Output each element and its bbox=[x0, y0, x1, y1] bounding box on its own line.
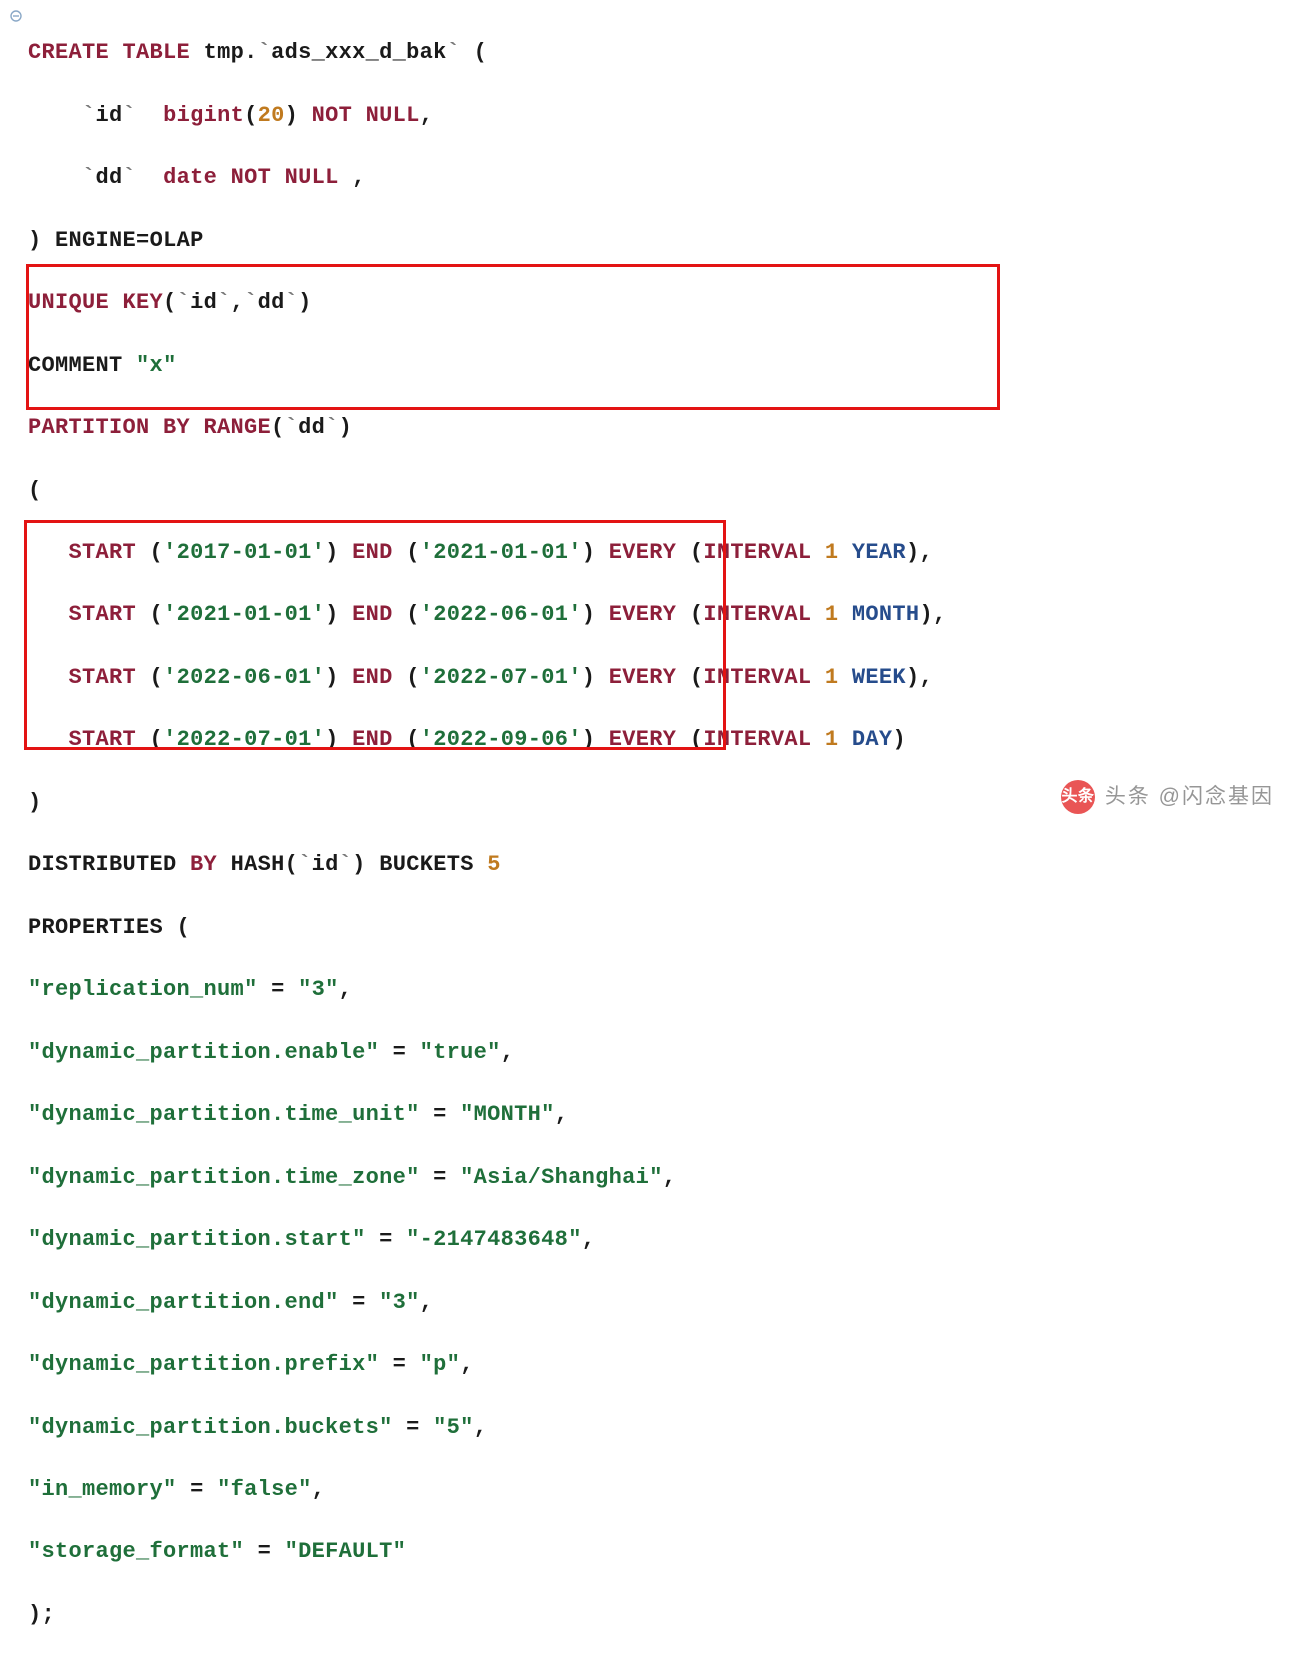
code-line: "dynamic_partition.enable" = "true", bbox=[28, 1037, 1298, 1068]
code-line: "dynamic_partition.start" = "-2147483648… bbox=[28, 1224, 1298, 1255]
collapse-icon[interactable] bbox=[10, 10, 22, 22]
code-line: START ('2022-06-01') END ('2022-07-01') … bbox=[28, 662, 1298, 693]
code-line: "storage_format" = "DEFAULT" bbox=[28, 1536, 1298, 1567]
code-line: "dynamic_partition.time_zone" = "Asia/Sh… bbox=[28, 1162, 1298, 1193]
code-line: UNIQUE KEY(`id`,`dd`) bbox=[28, 287, 1298, 318]
code-line: "in_memory" = "false", bbox=[28, 1474, 1298, 1505]
code-line: "dynamic_partition.buckets" = "5", bbox=[28, 1412, 1298, 1443]
code-line: `dd` date NOT NULL , bbox=[28, 162, 1298, 193]
code-line: DISTRIBUTED BY HASH(`id`) BUCKETS 5 bbox=[28, 849, 1298, 880]
fold-gutter bbox=[10, 10, 22, 22]
code-line: PARTITION BY RANGE(`dd`) bbox=[28, 412, 1298, 443]
code-line: ); bbox=[28, 1599, 1298, 1630]
code-line: START ('2017-01-01') END ('2021-01-01') … bbox=[28, 537, 1298, 568]
code-line: "dynamic_partition.prefix" = "p", bbox=[28, 1349, 1298, 1380]
code-line: "replication_num" = "3", bbox=[28, 974, 1298, 1005]
code-line: START ('2021-01-01') END ('2022-06-01') … bbox=[28, 599, 1298, 630]
code-line: "dynamic_partition.time_unit" = "MONTH", bbox=[28, 1099, 1298, 1130]
code-line: PROPERTIES ( bbox=[28, 912, 1298, 943]
code-line: CREATE TABLE tmp.`ads_xxx_d_bak` ( bbox=[28, 37, 1298, 68]
code-line: ( bbox=[28, 475, 1298, 506]
code-line: COMMENT "x" bbox=[28, 350, 1298, 381]
code-line: "dynamic_partition.end" = "3", bbox=[28, 1287, 1298, 1318]
code-editor: CREATE TABLE tmp.`ads_xxx_d_bak` ( `id` … bbox=[2, 6, 1298, 1676]
watermark-text: 头条 @闪念基因 bbox=[1105, 782, 1274, 812]
watermark: 头条 头条 @闪念基因 bbox=[1061, 780, 1274, 814]
code-block: CREATE TABLE tmp.`ads_xxx_d_bak` ( `id` … bbox=[28, 6, 1298, 1676]
code-line: START ('2022-07-01') END ('2022-09-06') … bbox=[28, 724, 1298, 755]
watermark-logo-icon: 头条 bbox=[1061, 780, 1095, 814]
code-line: `id` bigint(20) NOT NULL, bbox=[28, 100, 1298, 131]
code-line: ) ENGINE=OLAP bbox=[28, 225, 1298, 256]
